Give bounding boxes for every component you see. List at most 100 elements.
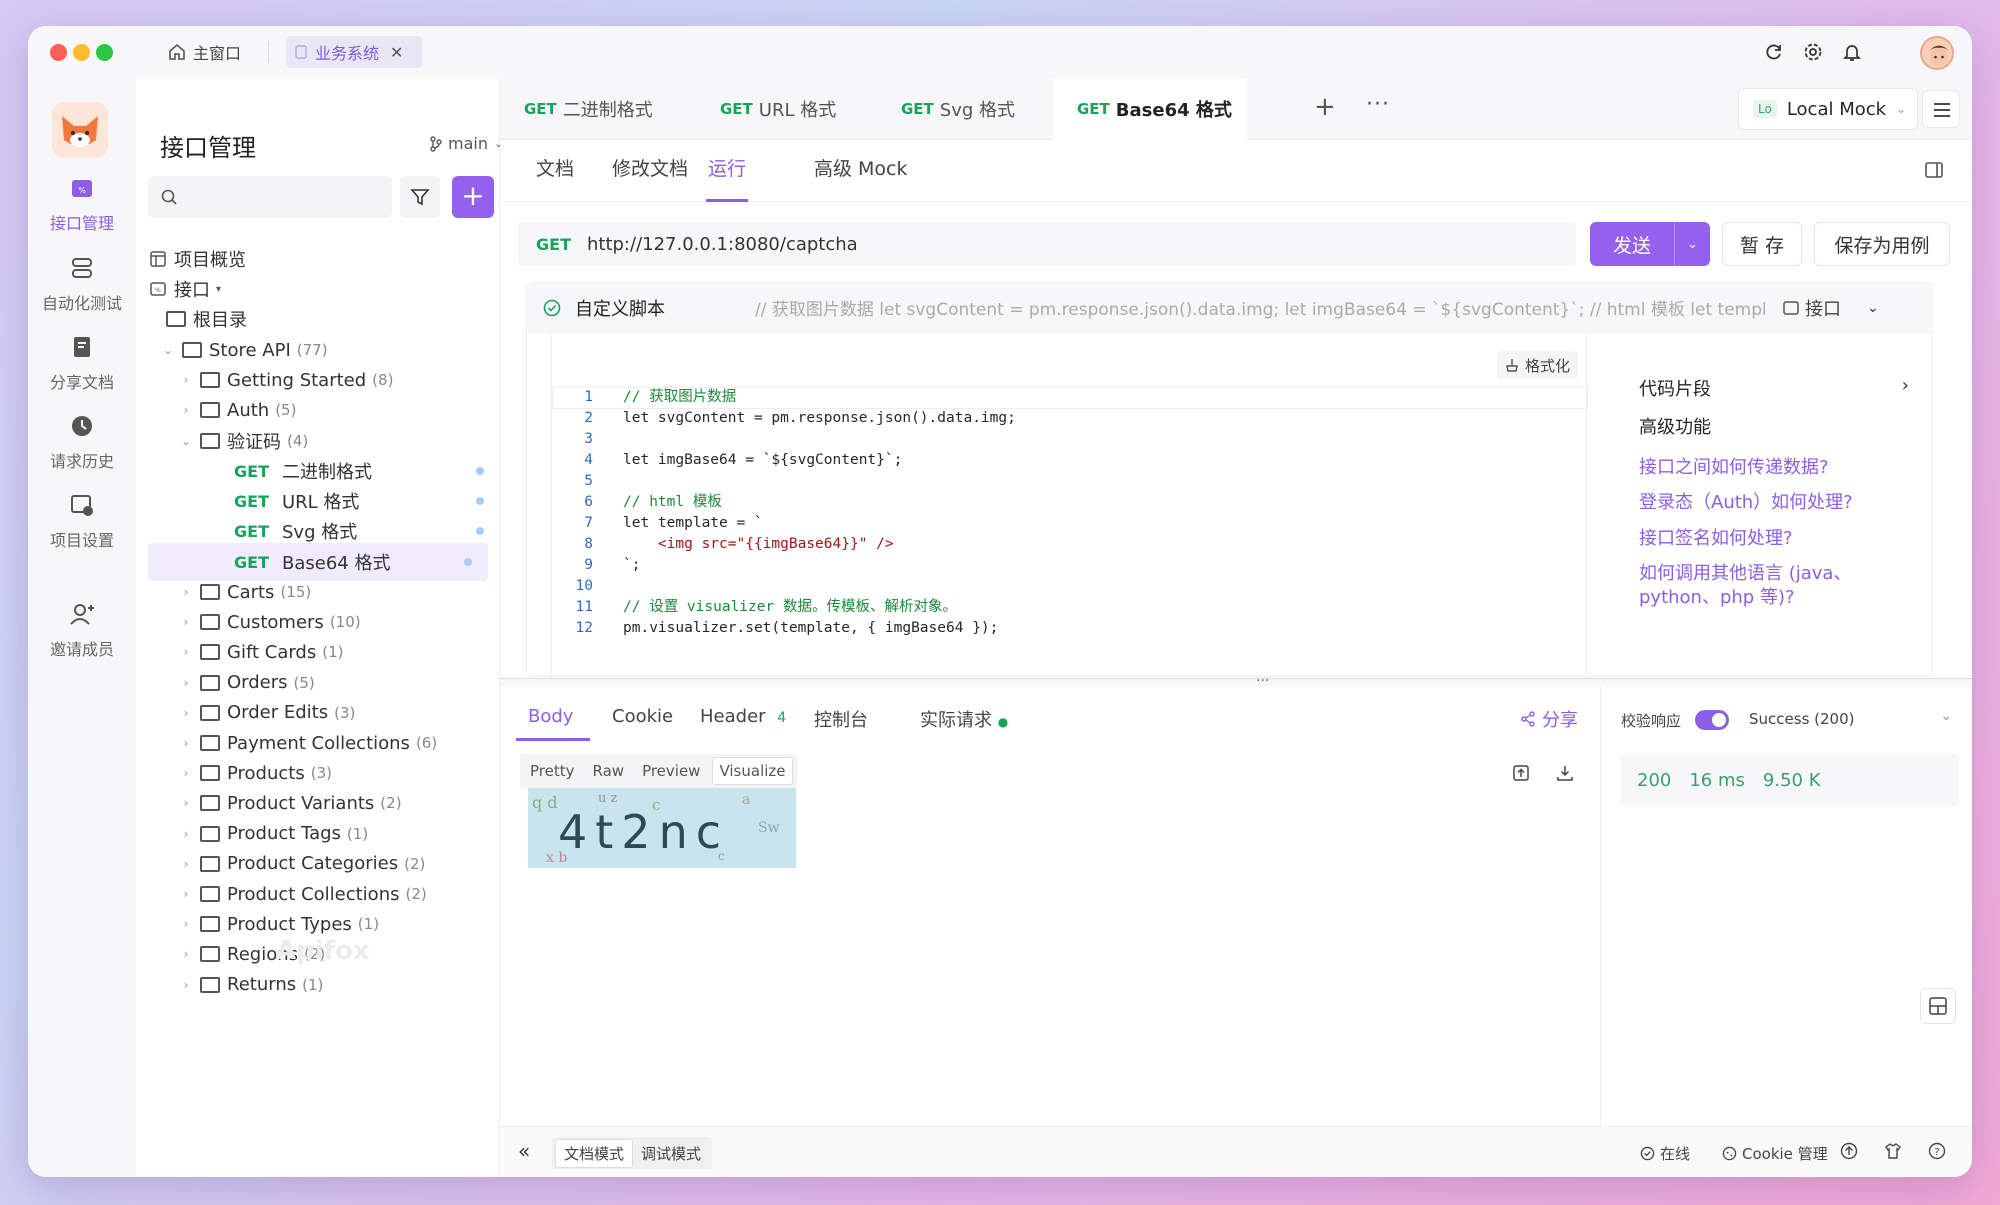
rail-automation[interactable]: 自动化测试: [28, 254, 136, 314]
code-snippets-item[interactable]: 代码片段 ›: [1639, 375, 1909, 401]
layout-icon[interactable]: [1920, 988, 1956, 1024]
resp-tab-actual-request[interactable]: 实际请求 ●: [920, 706, 1008, 732]
upload-icon[interactable]: [1512, 764, 1530, 782]
script-header[interactable]: 自定义脚本 // 获取图片数据 let svgContent = pm.resp…: [527, 283, 1933, 333]
view-visualize[interactable]: Visualize: [712, 757, 793, 785]
debug-mode-button[interactable]: 调试模式: [633, 1140, 709, 1167]
folder-icon: [200, 372, 220, 388]
bell-icon[interactable]: [1842, 42, 1862, 62]
resp-tab-console[interactable]: 控制台: [814, 706, 868, 732]
validate-label: 校验响应: [1621, 712, 1682, 730]
folder-count: (2): [380, 794, 402, 813]
collapse-sidebar-icon[interactable]: «: [518, 1139, 530, 1163]
endpoint-name: Base64 格式: [282, 553, 391, 574]
folder-item[interactable]: › Returns (1): [136, 966, 500, 1004]
maximize-window-button[interactable]: [96, 44, 113, 61]
help-link-pass-data[interactable]: 接口之间如何传递数据?: [1639, 453, 1829, 479]
branch-selector[interactable]: main ⌄: [430, 134, 503, 153]
title-bar: 主窗口 业务系统 ✕: [28, 26, 1972, 78]
help-link-auth[interactable]: 登录态（Auth）如何处理?: [1639, 488, 1853, 514]
line-number: 1: [584, 389, 593, 405]
folder-count: (1): [357, 915, 380, 934]
url-input[interactable]: http://127.0.0.1:8080/captcha: [587, 234, 858, 255]
validate-toggle[interactable]: [1695, 710, 1729, 730]
editor-tab-url[interactable]: GET URL 格式: [696, 78, 877, 140]
share-doc-icon: [68, 333, 96, 361]
doc-mode-button[interactable]: 文档模式: [555, 1138, 634, 1168]
code-line: 5: [557, 471, 1553, 492]
folder-count: (15): [280, 583, 312, 601]
filter-button[interactable]: [400, 176, 440, 218]
home-tab[interactable]: 主窗口: [168, 39, 241, 65]
code-text: // html 模板: [623, 494, 722, 510]
subtab-advanced-mock[interactable]: 高级 Mock: [814, 154, 908, 202]
folder-icon: [200, 916, 220, 933]
save-temp-button[interactable]: 暂 存: [1722, 222, 1802, 266]
view-preview[interactable]: Preview: [636, 758, 706, 784]
help-link-other-languages[interactable]: 如何调用其他语言 (java、: [1639, 559, 1851, 585]
rail-label: 邀请成员: [49, 640, 114, 659]
editor-tabs: GET 二进制格式 GET URL 格式 GET Svg 格式 GET Base…: [500, 78, 1972, 140]
advanced-features-item[interactable]: 高级功能: [1639, 413, 1711, 439]
chevron-down-icon[interactable]: ⌄: [1940, 708, 1952, 724]
biz-tab-label: 业务系统: [315, 44, 380, 63]
resp-tab-cookie[interactable]: Cookie: [612, 706, 673, 727]
sub-tabs: 文档 修改文档 运行 高级 Mock: [500, 140, 1972, 202]
rail-label: 分享文档: [49, 373, 114, 392]
add-button[interactable]: +: [452, 176, 494, 218]
environment-selector[interactable]: Lo Local Mock ⌄: [1738, 88, 1918, 130]
more-tabs-icon[interactable]: ···: [1366, 92, 1390, 117]
help-link-other-languages-cont[interactable]: python、php 等)?: [1639, 583, 1795, 609]
menu-button[interactable]: [1922, 90, 1960, 128]
resp-tab-body[interactable]: Body: [528, 706, 573, 727]
editor-tab-svg[interactable]: GET Svg 格式: [877, 78, 1053, 140]
validate-status[interactable]: Success (200): [1749, 710, 1854, 728]
view-raw[interactable]: Raw: [587, 758, 631, 784]
rail-share-docs[interactable]: 分享文档: [28, 333, 136, 393]
shirt-icon[interactable]: [1884, 1142, 1902, 1160]
subtab-docs[interactable]: 文档: [536, 154, 574, 202]
rail-api-management[interactable]: % 接口管理: [28, 174, 136, 234]
view-pretty[interactable]: Pretty: [524, 758, 581, 784]
editor-tab-binary[interactable]: GET 二进制格式: [500, 78, 696, 140]
refresh-icon[interactable]: [1764, 42, 1784, 62]
editor-tab-base64[interactable]: GET Base64 格式: [1053, 78, 1247, 140]
save-as-case-button[interactable]: 保存为用例: [1814, 222, 1950, 266]
app-logo: [52, 102, 108, 158]
chevron-right-icon: ›: [1901, 375, 1909, 396]
rail-project-settings[interactable]: 项目设置: [28, 491, 136, 551]
chevron-down-icon[interactable]: ⌄: [1867, 300, 1879, 316]
subtab-run[interactable]: 运行: [706, 154, 749, 202]
resize-handle[interactable]: ···: [500, 673, 1972, 689]
upload-circle-icon[interactable]: [1840, 1142, 1858, 1160]
line-number: 7: [584, 515, 593, 531]
help-link-signature[interactable]: 接口签名如何处理?: [1639, 524, 1793, 550]
download-icon[interactable]: [1556, 764, 1574, 782]
tree-search-input[interactable]: [148, 176, 392, 218]
format-button[interactable]: 格式化: [1496, 351, 1578, 379]
line-number: 8: [584, 536, 593, 552]
env-name: Local Mock: [1786, 98, 1887, 120]
resp-tab-header[interactable]: Header 4: [700, 706, 786, 727]
close-window-button[interactable]: [50, 44, 67, 61]
chevron-down-icon[interactable]: ⌄: [1675, 237, 1710, 252]
rail-history[interactable]: 请求历史: [28, 412, 136, 472]
user-avatar[interactable]: [1920, 36, 1954, 70]
rail-invite-members[interactable]: 邀请成员: [28, 600, 136, 660]
online-status[interactable]: 在线: [1640, 1143, 1690, 1164]
url-bar[interactable]: GET http://127.0.0.1:8080/captcha: [518, 222, 1576, 266]
endpoint-name: Svg 格式: [282, 522, 358, 543]
send-button[interactable]: 发送 ⌄: [1590, 222, 1710, 266]
close-tab-icon[interactable]: ✕: [390, 43, 403, 62]
panel-toggle-icon[interactable]: [1924, 160, 1944, 180]
biz-tab[interactable]: 业务系统 ✕: [286, 36, 422, 68]
settings-icon[interactable]: [1803, 42, 1823, 62]
folder-icon: [200, 795, 220, 812]
cookie-manager[interactable]: Cookie 管理: [1722, 1143, 1828, 1164]
new-tab-button[interactable]: +: [1314, 92, 1336, 122]
chevron-right-icon: ›: [183, 615, 189, 630]
help-icon[interactable]: ?: [1928, 1142, 1946, 1160]
subtab-edit-docs[interactable]: 修改文档: [612, 154, 688, 202]
minimize-window-button[interactable]: [73, 44, 90, 61]
share-button[interactable]: 分享: [1520, 706, 1578, 732]
